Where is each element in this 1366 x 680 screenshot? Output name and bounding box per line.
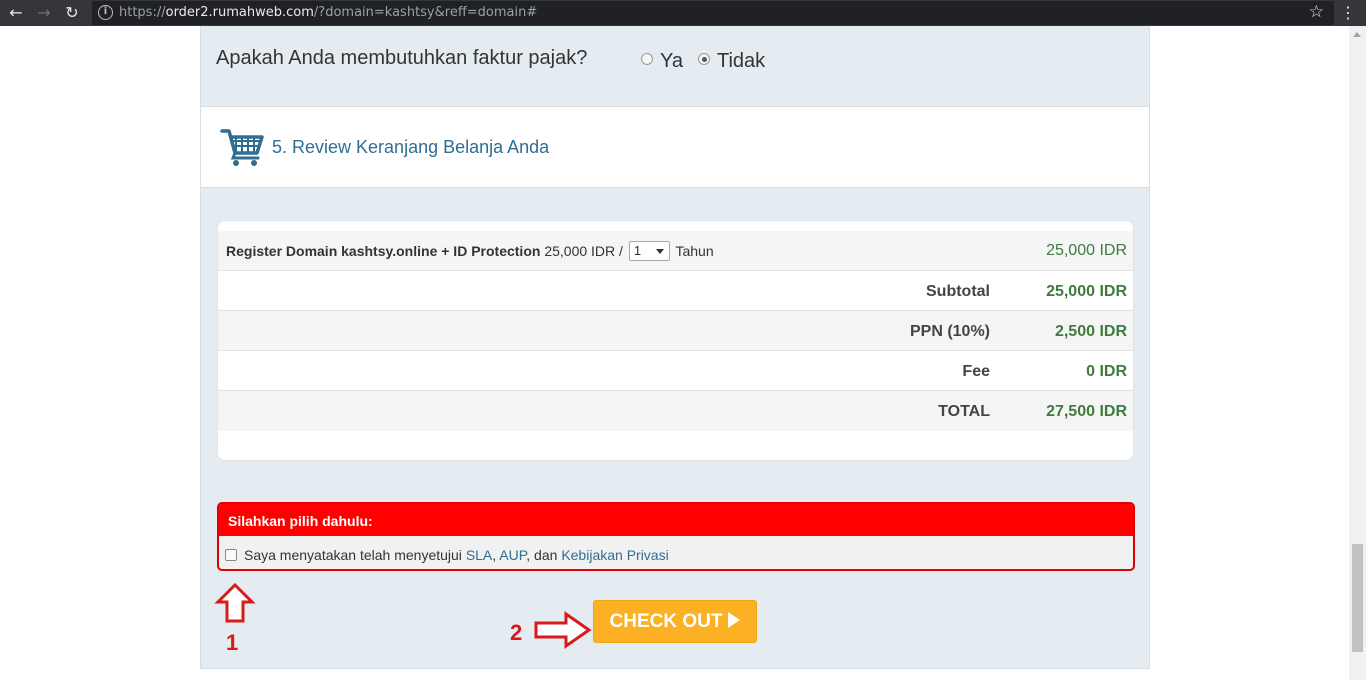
cart-item-row: Register Domain kashtsy.online + ID Prot… <box>218 231 1133 271</box>
summary-label: TOTAL <box>938 403 990 420</box>
annotation-arrow-right-icon <box>534 611 592 649</box>
agreement-alert: Silahkan pilih dahulu: Saya menyatakan t… <box>217 502 1135 571</box>
summary-label: Subtotal <box>926 283 990 300</box>
url-text[interactable]: https://order2.rumahweb.com/?domain=kash… <box>119 5 537 20</box>
tax-invoice-question: Apakah Anda membutuhkan faktur pajak? <box>216 47 588 69</box>
shopping-cart-icon <box>220 129 264 166</box>
reload-icon[interactable]: ↻ <box>62 3 82 23</box>
agreement-header: Silahkan pilih dahulu: <box>219 504 1133 536</box>
cart-table: Register Domain kashtsy.online + ID Prot… <box>217 220 1134 461</box>
forward-arrow-icon[interactable]: → <box>34 3 54 23</box>
summary-value: 25,000 IDR <box>1046 283 1127 300</box>
summary-label: Fee <box>962 363 990 380</box>
order-panel: Apakah Anda membutuhkan faktur pajak? Ya… <box>200 26 1150 669</box>
tax-option-no-radio[interactable] <box>698 53 710 65</box>
aup-link[interactable]: AUP <box>499 547 526 563</box>
agreement-checkbox[interactable] <box>225 549 237 561</box>
cart-review-header: 5. Review Keranjang Belanja Anda <box>201 106 1149 188</box>
cart-item-description: Register Domain kashtsy.online + ID Prot… <box>226 241 714 262</box>
sla-link[interactable]: SLA <box>466 547 492 563</box>
summary-value: 2,500 IDR <box>1054 323 1127 340</box>
play-arrow-icon <box>728 612 741 628</box>
privacy-policy-link[interactable]: Kebijakan Privasi <box>561 547 668 563</box>
page-scrollbar[interactable] <box>1349 26 1366 680</box>
summary-value: 0 IDR <box>1086 363 1127 380</box>
summary-row-subtotal: Subtotal 25,000 IDR <box>218 271 1133 311</box>
summary-row-total: TOTAL 27,500 IDR <box>218 391 1133 431</box>
agreement-label: Saya menyatakan telah menyetujui SLA, AU… <box>244 547 669 563</box>
tax-option-yes-label[interactable]: Ya <box>660 50 683 73</box>
address-bar[interactable]: i https://order2.rumahweb.com/?domain=ka… <box>92 1 1334 25</box>
browser-toolbar: ← → ↻ i https://order2.rumahweb.com/?dom… <box>0 0 1366 26</box>
quantity-select[interactable]: 1 <box>628 241 670 262</box>
summary-value: 27,500 IDR <box>1046 403 1127 420</box>
tax-option-yes-radio[interactable] <box>641 53 653 65</box>
annotation-arrow-up-icon <box>214 582 256 623</box>
checkout-button[interactable]: CHECK OUT <box>593 600 757 643</box>
back-arrow-icon[interactable]: ← <box>6 3 26 23</box>
summary-row-ppn: PPN (10%) 2,500 IDR <box>218 311 1133 351</box>
browser-menu-icon[interactable]: ⋮ <box>1340 3 1356 22</box>
annotation-number-2: 2 <box>510 620 523 645</box>
annotation-number-1: 1 <box>226 630 239 655</box>
info-icon[interactable]: i <box>98 5 113 20</box>
chevron-down-icon <box>655 249 664 255</box>
item-unit-price: 25,000 IDR / <box>544 243 623 259</box>
summary-row-fee: Fee 0 IDR <box>218 351 1133 391</box>
item-unit: Tahun <box>675 243 714 259</box>
section-title: 5. Review Keranjang Belanja Anda <box>272 137 550 157</box>
tax-option-no-label[interactable]: Tidak <box>717 50 765 73</box>
scroll-up-arrow-icon[interactable] <box>1353 32 1361 37</box>
item-price: 25,000 IDR <box>1046 242 1127 259</box>
summary-label: PPN (10%) <box>909 323 990 340</box>
bookmark-star-icon[interactable]: ☆ <box>1309 2 1324 22</box>
scrollbar-thumb[interactable] <box>1352 544 1363 652</box>
item-name: Register Domain kashtsy.online + ID Prot… <box>226 243 541 259</box>
